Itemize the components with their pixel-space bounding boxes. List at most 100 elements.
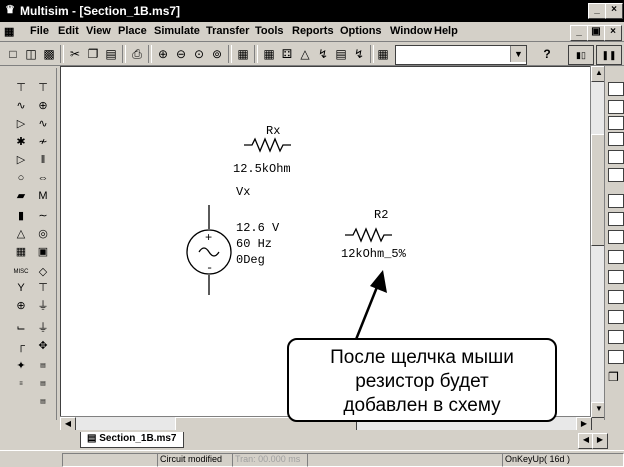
zoom-area-icon[interactable]: ⊙ bbox=[190, 45, 208, 63]
wave-icon[interactable]: ∿ bbox=[34, 116, 52, 132]
vx-phase-label: 0Deg bbox=[236, 253, 265, 267]
callout-line-3: добавлен в схему bbox=[343, 395, 501, 416]
capacitor-icon[interactable]: ‖ bbox=[34, 152, 52, 168]
spectrum-analyzer-icon[interactable] bbox=[608, 310, 624, 324]
ladder-rung-icon[interactable]: ▤ bbox=[34, 358, 52, 374]
probe-icon[interactable]: ∼ bbox=[34, 208, 52, 224]
print-icon[interactable]: ⎙ bbox=[128, 45, 146, 63]
wattmeter-icon[interactable] bbox=[608, 116, 624, 130]
menu-tools[interactable]: Tools bbox=[255, 25, 284, 37]
database-icon[interactable]: ⚃ bbox=[278, 45, 296, 63]
minimize-button[interactable]: _ bbox=[588, 3, 606, 19]
logic-converter-icon[interactable] bbox=[608, 250, 624, 264]
help-button[interactable]: ? bbox=[538, 45, 556, 63]
menu-options[interactable]: Options bbox=[340, 25, 382, 37]
menu-view[interactable]: View bbox=[86, 25, 111, 37]
misc-digital-icon[interactable]: ▮ bbox=[12, 208, 30, 224]
menu-place[interactable]: Place bbox=[118, 25, 147, 37]
diode-icon[interactable]: ▷ bbox=[12, 116, 30, 132]
wire-icon[interactable]: ⌙ bbox=[12, 320, 30, 336]
distortion-analyzer-icon[interactable] bbox=[608, 290, 624, 304]
cut-icon[interactable]: ✂ bbox=[66, 45, 84, 63]
component-list-icon[interactable]: ▦ bbox=[374, 45, 392, 63]
ttl-icon[interactable]: ○ bbox=[12, 170, 30, 186]
spreadsheet-icon[interactable]: ▦ bbox=[260, 45, 278, 63]
bode-plotter-icon[interactable] bbox=[608, 168, 624, 182]
component-wizard-icon[interactable]: △ bbox=[296, 45, 314, 63]
zoom-fit-icon[interactable]: ⊚ bbox=[208, 45, 226, 63]
cmos-icon[interactable]: ▰ bbox=[12, 188, 30, 204]
oscilloscope-icon[interactable] bbox=[608, 132, 624, 146]
doc-restore-button[interactable]: ▣ bbox=[587, 25, 605, 41]
power-source-icon[interactable]: ⊤ bbox=[34, 80, 52, 96]
plc-icon[interactable]: ▤ bbox=[34, 394, 52, 410]
transistor-icon[interactable]: ✱ bbox=[12, 134, 30, 150]
project-view-icon[interactable]: ▦ bbox=[234, 45, 252, 63]
earth-icon[interactable]: ⏚ bbox=[34, 298, 52, 314]
connector-icon[interactable]: ✦ bbox=[12, 358, 30, 374]
close-button[interactable]: × bbox=[605, 3, 623, 19]
minus-sign: - bbox=[206, 261, 213, 275]
doc-minimize-button[interactable]: _ bbox=[570, 25, 588, 41]
network-analyzer-icon[interactable] bbox=[608, 330, 624, 344]
save-icon[interactable]: ▩ bbox=[40, 45, 58, 63]
four-channel-scope-icon[interactable] bbox=[608, 150, 624, 164]
postprocessor-icon[interactable]: ↯ bbox=[350, 45, 368, 63]
new-file-icon[interactable]: □ bbox=[4, 45, 22, 63]
crystal-icon[interactable]: ◇ bbox=[34, 264, 52, 280]
voltmeter-icon[interactable]: ◎ bbox=[34, 226, 52, 242]
mixed-icon[interactable]: △ bbox=[12, 226, 30, 242]
menu-file[interactable]: File bbox=[30, 25, 49, 37]
function-generator-icon[interactable] bbox=[608, 100, 624, 114]
simulate-switch-icon[interactable]: ▮▯ bbox=[568, 45, 594, 65]
meter-icon[interactable]: M bbox=[34, 188, 52, 204]
chevron-down-icon[interactable]: ▼ bbox=[510, 46, 526, 62]
antenna-icon[interactable]: ✥ bbox=[34, 338, 52, 354]
misc-icon[interactable]: MISC bbox=[12, 264, 30, 280]
doc-close-button[interactable]: × bbox=[604, 25, 622, 41]
inductor-icon[interactable]: ≁ bbox=[34, 134, 52, 150]
bus-icon[interactable]: ┌ bbox=[12, 338, 30, 354]
relay-icon[interactable]: ▤ bbox=[34, 376, 52, 392]
menu-transfer[interactable]: Transfer bbox=[206, 25, 249, 37]
frequency-counter-icon[interactable] bbox=[608, 194, 624, 208]
menu-reports[interactable]: Reports bbox=[292, 25, 334, 37]
source-icon[interactable]: ⊤ bbox=[12, 80, 30, 96]
rf-icon[interactable]: Υ bbox=[12, 280, 30, 296]
indicator-icon[interactable]: ▦ bbox=[12, 244, 30, 260]
zoom-out-icon[interactable]: ⊖ bbox=[172, 45, 190, 63]
open-folder-icon[interactable]: ◫ bbox=[22, 45, 40, 63]
ladder-icon[interactable]: ≡ bbox=[12, 376, 30, 392]
tab-section-1b[interactable]: ▤ Section_1B.ms7 bbox=[80, 432, 184, 448]
copy-icon[interactable]: ❐ bbox=[84, 45, 102, 63]
measurement-probe-icon[interactable]: ❒ bbox=[608, 370, 622, 384]
vertical-scrollbar[interactable]: ▲ ▼ bbox=[590, 66, 607, 418]
menu-window[interactable]: Window bbox=[390, 25, 432, 37]
grapher-icon[interactable]: ▤ bbox=[332, 45, 350, 63]
switch-icon[interactable]: ⇔ bbox=[34, 170, 52, 186]
iv-analyzer-icon[interactable] bbox=[608, 270, 624, 284]
multimeter-icon[interactable] bbox=[608, 82, 624, 96]
callout-arrow-head bbox=[370, 270, 387, 293]
menu-edit[interactable]: Edit bbox=[58, 25, 79, 37]
pause-icon[interactable]: ❚❚ bbox=[596, 45, 622, 65]
electrical-rules-icon[interactable]: ↯ bbox=[314, 45, 332, 63]
document-menu-icon[interactable]: ▦ bbox=[4, 25, 14, 38]
electromechanical-icon[interactable]: ⊕ bbox=[12, 298, 30, 314]
component-toolbar: ⊤ ∿ ▷ ✱ ▷ ○ ▰ ▮ △ ▦ MISC Υ ⊕ ⌙ ┌ ✦ ≡ ⊤ ⊕… bbox=[10, 68, 57, 420]
fuse-icon[interactable]: ⏚ bbox=[34, 320, 52, 336]
menu-help[interactable]: Help bbox=[434, 25, 458, 37]
logic-analyzer-icon[interactable] bbox=[608, 230, 624, 244]
analog-icon[interactable]: ▷ bbox=[12, 152, 30, 168]
in-use-list-combo[interactable]: ▼ bbox=[395, 45, 527, 65]
lamp-icon[interactable]: ▣ bbox=[34, 244, 52, 260]
word-generator-icon[interactable] bbox=[608, 212, 624, 226]
zoom-in-icon[interactable]: ⊕ bbox=[154, 45, 172, 63]
virtual-icon[interactable]: ⊕ bbox=[34, 98, 52, 114]
ground-icon[interactable]: ⊤ bbox=[34, 280, 52, 296]
paste-icon[interactable]: ▤ bbox=[102, 45, 120, 63]
menu-simulate[interactable]: Simulate bbox=[154, 25, 200, 37]
agilent-generator-icon[interactable] bbox=[608, 350, 624, 364]
basic-resistor-icon[interactable]: ∿ bbox=[12, 98, 30, 114]
tab-scroll-right-icon[interactable]: ▶ bbox=[592, 433, 608, 449]
